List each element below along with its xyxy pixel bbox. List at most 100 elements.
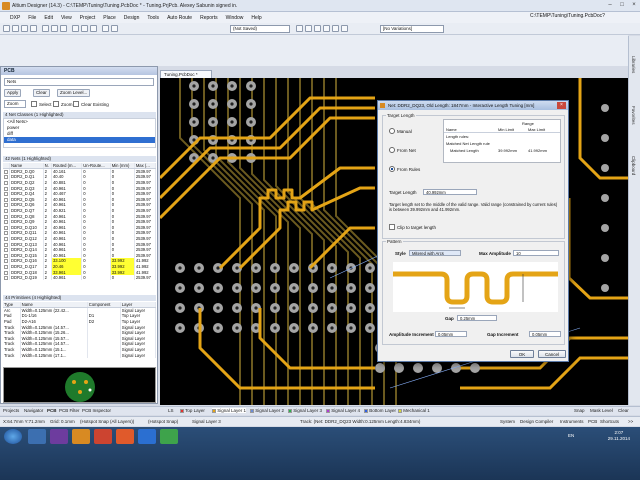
clip-to-target-checkbox[interactable]: Clip to target length — [389, 224, 436, 230]
target-length-input[interactable]: 40.992mm — [423, 189, 477, 195]
pad[interactable] — [601, 254, 609, 262]
mask-mode-select[interactable]: Zoom — [4, 100, 26, 108]
pad[interactable] — [601, 224, 609, 232]
select-checkbox[interactable]: Select — [31, 101, 52, 107]
zoom-fit-icon[interactable] — [60, 25, 67, 32]
diff-pair-icon[interactable] — [305, 25, 312, 32]
save-icon[interactable] — [21, 25, 28, 32]
primitive-row[interactable]: Track Width=0.125mm (17.1... Signal Layer — [3, 352, 157, 358]
route-icon[interactable] — [296, 25, 303, 32]
menu-reports[interactable]: Reports — [200, 15, 218, 21]
layer-tab-bottom[interactable]: Bottom Layer — [364, 408, 396, 413]
layer-tab-signal-2[interactable]: Signal Layer 2 — [250, 408, 284, 413]
language-indicator[interactable]: EN — [568, 433, 574, 438]
amplitude-increment-input[interactable]: 0.05mm — [435, 331, 467, 337]
snap-button[interactable]: Snap — [574, 408, 585, 413]
gap-input[interactable]: 0.25mm — [457, 315, 497, 321]
minimize-button[interactable]: – — [604, 1, 616, 10]
length-tune-icon[interactable] — [314, 25, 321, 32]
menu-help[interactable]: Help — [251, 15, 261, 21]
status-instruments[interactable]: Instruments — [560, 419, 584, 424]
layer-set-button[interactable]: LS — [168, 408, 174, 413]
mask-level-button[interactable]: Mask Level — [590, 408, 613, 413]
pad[interactable] — [394, 363, 404, 373]
pad[interactable] — [601, 164, 609, 172]
rules-row-matched-rule[interactable]: Matched Net Length rule — [446, 141, 490, 146]
undo-icon[interactable] — [102, 25, 109, 32]
menu-view[interactable]: View — [61, 15, 72, 21]
panel-mode-select[interactable]: Nets — [4, 78, 154, 86]
taskbar-pdf-icon[interactable] — [94, 429, 112, 444]
max-amplitude-input[interactable]: 10 — [513, 250, 559, 256]
zoom-in-icon[interactable] — [42, 25, 49, 32]
from-rules-radio[interactable]: From Rules — [389, 166, 420, 172]
layer-tab-mechanical-1[interactable]: Mechanical 1 — [398, 408, 430, 413]
ok-button[interactable]: OK — [510, 350, 534, 358]
gap-increment-input[interactable]: 0.05mm — [529, 331, 561, 337]
clear-existing-checkbox[interactable]: Clear Existing — [73, 101, 109, 107]
status-pcb[interactable]: PCB — [588, 419, 597, 424]
open-icon[interactable] — [12, 25, 19, 32]
copy-icon[interactable] — [81, 25, 88, 32]
paste-icon[interactable] — [90, 25, 97, 32]
pad[interactable] — [601, 134, 609, 142]
zoom-checkbox[interactable]: Zoom — [53, 101, 73, 107]
clipboard-tab[interactable]: Clipboard — [631, 156, 636, 175]
menu-dxp[interactable]: DXP — [10, 15, 20, 21]
cut-icon[interactable] — [72, 25, 79, 32]
taskbar-word-icon[interactable] — [138, 429, 156, 444]
style-select[interactable]: Mitered with Arcs — [409, 250, 461, 256]
status-more[interactable]: >> — [628, 419, 633, 424]
menu-file[interactable]: File — [28, 15, 36, 21]
taskbar-media-icon[interactable] — [116, 429, 134, 444]
apply-button[interactable]: Apply — [4, 89, 22, 97]
pad[interactable] — [601, 194, 609, 202]
from-net-radio[interactable]: From Net — [389, 147, 416, 153]
rules-row-matched-length[interactable]: Matched Length — [450, 148, 479, 153]
zoom-level-button[interactable]: Zoom Level... — [57, 89, 91, 97]
clear-mask-button[interactable]: Clear — [618, 408, 629, 413]
net-row[interactable]: DDR2_D.Q19 2 40.961 0 0 2539.97 — [3, 274, 157, 281]
net-class-data[interactable]: data — [4, 137, 155, 143]
layer-tab-top[interactable]: Top Layer — [180, 408, 205, 413]
panel-tab-projects[interactable]: Projects — [3, 408, 19, 413]
dialog-close-button[interactable]: × — [557, 102, 566, 109]
start-button[interactable] — [4, 429, 22, 444]
menu-design[interactable]: Design — [124, 15, 140, 21]
pad[interactable] — [375, 363, 385, 373]
menu-edit[interactable]: Edit — [44, 15, 53, 21]
favorites-tab[interactable]: Favorites — [631, 106, 636, 125]
polygon-icon[interactable] — [341, 25, 348, 32]
panel-tab-pcb-filter[interactable]: PCB Filter — [59, 408, 80, 413]
print-icon[interactable] — [30, 25, 37, 32]
status-design-compiler[interactable]: Design Compiler — [520, 419, 553, 424]
redo-icon[interactable] — [111, 25, 118, 32]
tuned-trace[interactable] — [578, 78, 628, 180]
taskbar-clock[interactable]: 2:07 29.11.2014 — [608, 430, 630, 442]
taskbar-altium-icon[interactable] — [72, 429, 90, 444]
document-tab[interactable]: Tuning.PcbDoc * — [160, 70, 212, 78]
via-icon[interactable] — [323, 25, 330, 32]
panel-tab-pcb[interactable]: PCB — [47, 408, 57, 413]
maximize-button[interactable]: □ — [616, 1, 628, 10]
taskbar-app-icon[interactable] — [50, 429, 68, 444]
pad[interactable] — [470, 363, 480, 373]
clear-button[interactable]: Clear — [33, 89, 50, 97]
status-system[interactable]: System — [500, 419, 515, 424]
manual-radio[interactable]: Manual — [389, 128, 412, 134]
pad[interactable] — [601, 284, 609, 292]
close-button[interactable]: × — [628, 1, 640, 10]
new-icon[interactable] — [3, 25, 10, 32]
tuned-trace[interactable] — [567, 198, 628, 300]
menu-tools[interactable]: Tools — [147, 15, 159, 21]
altium-app-icon[interactable] — [2, 2, 10, 10]
zoom-out-icon[interactable] — [51, 25, 58, 32]
view-config-select[interactable]: (Not Saved) — [230, 25, 290, 33]
board-preview[interactable] — [3, 367, 156, 403]
pad[interactable] — [601, 104, 609, 112]
menu-auto-route[interactable]: Auto Route — [167, 15, 192, 21]
rules-row-length[interactable]: Length rules: — [446, 134, 469, 139]
layer-tab-signal-1[interactable]: Signal Layer 1 — [212, 408, 247, 413]
pad[interactable] — [413, 363, 423, 373]
menu-project[interactable]: Project — [80, 15, 96, 21]
